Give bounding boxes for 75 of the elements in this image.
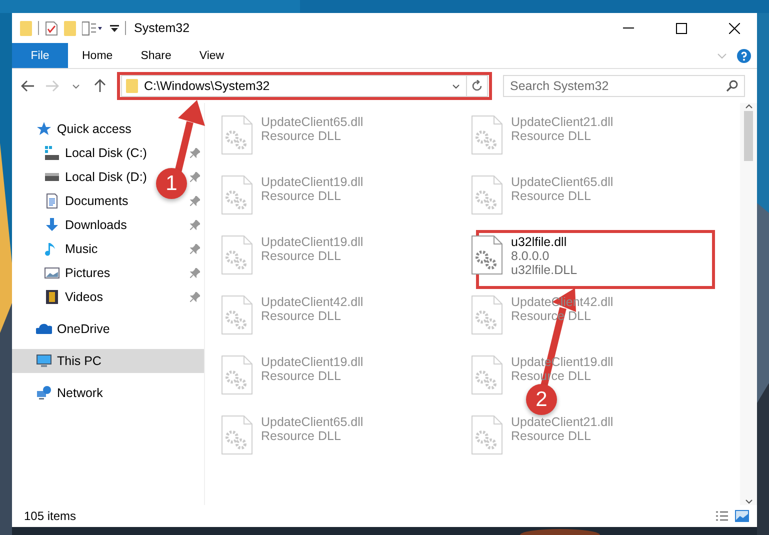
file-detail: Resource DLL <box>261 369 341 383</box>
pc-icon <box>36 353 52 369</box>
back-arrow-icon <box>21 80 35 92</box>
file-detail: Resource DLL <box>261 429 341 443</box>
scroll-thumb[interactable] <box>744 111 753 161</box>
sidebar-item[interactable]: This PC <box>12 349 204 373</box>
downloads-icon <box>44 217 60 233</box>
file-gears-icon <box>221 175 253 215</box>
sidebar-item[interactable]: Downloads <box>44 213 127 237</box>
ribbon-tab[interactable]: Home <box>68 43 127 68</box>
star-icon <box>36 121 52 137</box>
sidebar-item[interactable]: Quick access <box>36 117 132 141</box>
sidebar-item[interactable]: Music <box>44 237 98 261</box>
search-field[interactable]: Search System32 <box>503 75 745 97</box>
file-gears-icon <box>221 415 253 455</box>
sidebar-item[interactable]: Documents <box>44 189 128 213</box>
address-path: C:\Windows\System32 <box>144 79 271 93</box>
folder-icon <box>126 79 138 93</box>
file-detail: 8.0.0.0 <box>511 249 550 263</box>
videos-icon <box>44 289 60 305</box>
chevron-down-icon <box>72 84 80 88</box>
file-gears-icon <box>471 175 503 215</box>
file-menu-button[interactable]: File <box>12 43 68 68</box>
file-detail: Resource DLL <box>261 189 341 203</box>
file-detail: u32lfile.DLL <box>511 263 578 277</box>
file-name[interactable]: u32lfile.dll <box>511 235 567 249</box>
details-view-icon[interactable] <box>715 510 729 522</box>
refresh-icon <box>471 80 483 92</box>
file-detail: Resource DLL <box>261 249 341 263</box>
file-gears-icon <box>221 355 253 395</box>
close-icon <box>729 22 740 34</box>
search-icon <box>726 80 738 92</box>
sidebar-item[interactable]: Local Disk (C:) <box>44 141 147 165</box>
file-gears-icon <box>471 355 503 395</box>
sidebar-item[interactable]: Videos <box>44 285 103 309</box>
network-icon <box>36 385 52 401</box>
pictures-icon <box>44 265 60 281</box>
file-detail: Resource DLL <box>511 429 591 443</box>
sidebar-item[interactable]: OneDrive <box>36 317 110 341</box>
cloud-icon <box>36 321 52 337</box>
sidebar-item[interactable]: Pictures <box>44 261 110 285</box>
customize-arrow-icon[interactable] <box>110 23 119 33</box>
file-detail: Resource DLL <box>261 309 341 323</box>
window-title: System32 <box>134 21 190 35</box>
properties-icon[interactable] <box>45 20 58 36</box>
file-gears-icon <box>471 115 503 155</box>
scroll-down-icon[interactable] <box>744 499 752 505</box>
file-gears-icon <box>221 295 253 335</box>
file-gears-icon <box>221 235 253 275</box>
file-detail: Resource DLL <box>511 189 591 203</box>
item-count: 105 items <box>24 509 76 523</box>
forward-arrow-icon <box>45 80 59 92</box>
documents-icon <box>44 193 60 209</box>
sidebar-item[interactable]: Network <box>36 381 103 405</box>
ribbon-tab[interactable]: View <box>185 43 238 68</box>
file-gears-icon <box>221 115 253 155</box>
search-input[interactable]: Search System32 <box>510 79 726 93</box>
file-detail: Resource DLL <box>261 129 341 143</box>
drive-c-icon <box>44 145 60 161</box>
file-detail: Resource DLL <box>511 129 591 143</box>
address-bar[interactable]: C:\Windows\System32 <box>121 75 488 97</box>
ribbon-tab[interactable]: Share <box>126 43 186 68</box>
help-icon[interactable] <box>737 48 751 62</box>
scroll-up-icon[interactable] <box>744 103 752 109</box>
minimize-icon <box>623 27 634 29</box>
file-gears-icon <box>471 235 503 275</box>
scrollbar[interactable] <box>740 103 757 505</box>
sidebar-item[interactable]: Local Disk (D:) <box>44 165 147 189</box>
maximize-icon <box>676 22 687 34</box>
view-options-icon[interactable] <box>82 20 104 36</box>
dropdown-icon[interactable] <box>452 84 460 88</box>
file-gears-icon <box>471 415 503 455</box>
large-icons-view-icon[interactable] <box>735 510 749 522</box>
up-arrow-icon <box>94 79 106 93</box>
file-gears-icon <box>471 295 503 335</box>
